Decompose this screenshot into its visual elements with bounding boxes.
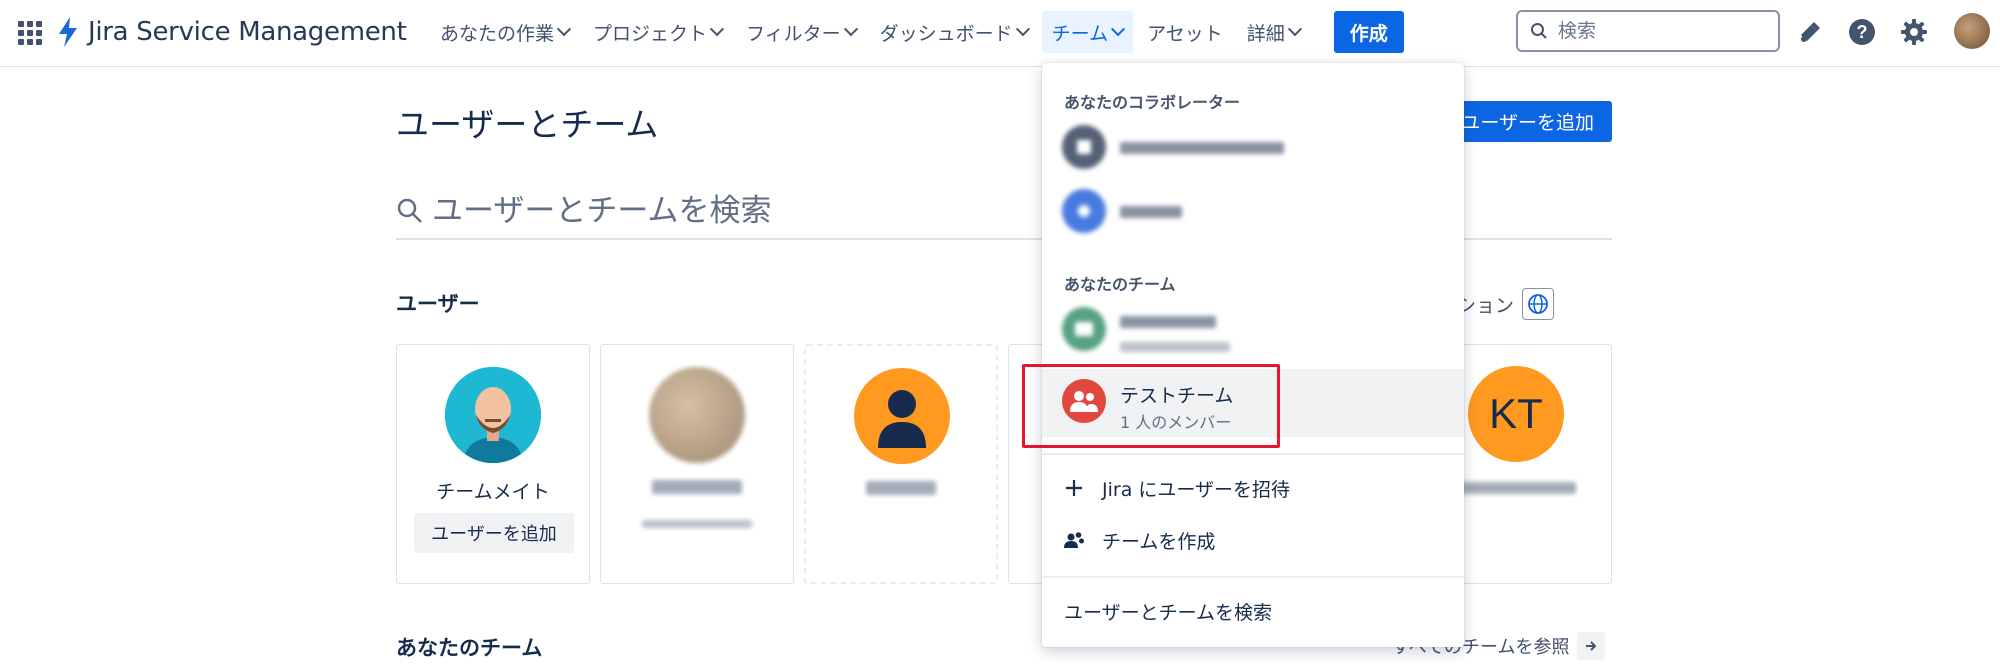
team-icon (1062, 530, 1086, 550)
help-icon[interactable]: ? (1844, 14, 1880, 50)
collaborator-item[interactable] (1042, 179, 1464, 243)
team-members (1120, 337, 1230, 356)
chevron-down-icon (1111, 22, 1126, 37)
user-name: チームメイト (436, 481, 550, 503)
avatar (854, 368, 950, 464)
app-switcher-icon[interactable] (16, 19, 42, 45)
team-name (1120, 311, 1216, 333)
plus-icon (1062, 479, 1086, 497)
page-title: ユーザーとチーム (396, 105, 659, 144)
create-button[interactable]: 作成 (1333, 11, 1404, 53)
search-icon (1531, 23, 1547, 39)
collaborator-name (1120, 137, 1284, 159)
top-navigation: Jira Service Management あなたの作業 プロジェクト フィ… (0, 0, 2000, 67)
user-detail (601, 511, 793, 533)
user-card[interactable] (600, 344, 794, 584)
nav-projects[interactable]: プロジェクト (583, 11, 732, 53)
chevron-down-icon (1287, 22, 1302, 37)
global-search[interactable] (1516, 10, 1780, 52)
nav-filters[interactable]: フィルター (736, 11, 866, 53)
add-user-card-button[interactable]: ユーザーを追加 (414, 513, 574, 553)
avatar (1062, 189, 1106, 233)
user-card[interactable] (804, 344, 998, 584)
chevron-down-icon (709, 22, 725, 37)
nav-label: ダッシュボード (879, 22, 1013, 45)
arrow-right-icon (1577, 632, 1606, 660)
user-name (601, 477, 793, 499)
profile-avatar[interactable] (1954, 13, 1990, 49)
nav-label: アセット (1147, 22, 1223, 45)
team-members: 1 人のメンバー (1120, 413, 1232, 432)
nav-label: あなたの作業 (440, 22, 555, 45)
collaborator-name (1120, 201, 1182, 223)
global-search-input[interactable] (1558, 20, 1758, 42)
chevron-down-icon (1015, 22, 1030, 37)
notifications-icon[interactable] (1792, 14, 1828, 50)
search-icon (397, 198, 422, 223)
avatar (445, 367, 541, 463)
jira-bolt-icon (59, 17, 77, 47)
create-team-item[interactable]: チームを作成 (1062, 522, 1215, 558)
main-nav: あなたの作業 プロジェクト フィルター ダッシュボード チーム アセット 詳細 … (430, 10, 1404, 54)
jira-logo[interactable]: Jira Service Management (56, 14, 407, 50)
users-heading: ユーザー (396, 292, 480, 316)
divider (1042, 453, 1464, 455)
user-name (806, 478, 996, 500)
nav-label: フィルター (746, 22, 841, 45)
user-card[interactable]: チームメイト ユーザーを追加 (396, 344, 590, 584)
nav-your-work[interactable]: あなたの作業 (430, 11, 579, 53)
teams-dropdown-menu: あなたのコラボレーター あなたのチーム テストチーム 1 人のメンバー Jira… (1042, 63, 1464, 647)
chevron-down-icon (843, 22, 858, 37)
nav-dashboards[interactable]: ダッシュボード (870, 11, 1038, 53)
search-users-teams-item[interactable]: ユーザーとチームを検索 (1064, 593, 1272, 629)
avatar (1062, 125, 1106, 169)
nav-label: プロジェクト (593, 22, 708, 45)
avatar (649, 367, 745, 463)
your-teams-heading: あなたのチーム (1064, 275, 1176, 294)
collaborator-item[interactable] (1042, 115, 1464, 179)
app-name: Jira Service Management (88, 17, 407, 47)
divider (1042, 576, 1464, 578)
team-avatar (1062, 307, 1106, 351)
team-item-test-team[interactable]: テストチーム 1 人のメンバー (1042, 369, 1464, 437)
create-team-label: チームを作成 (1102, 530, 1216, 553)
svg-text:?: ? (1857, 22, 1868, 42)
nav-label: チーム (1051, 22, 1109, 45)
team-name: テストチーム (1120, 385, 1234, 407)
settings-icon[interactable] (1896, 14, 1932, 50)
globe-icon[interactable] (1522, 288, 1555, 320)
teams-heading: あなたのチーム (396, 636, 543, 660)
nav-more[interactable]: 詳細 (1237, 11, 1310, 53)
collaborators-heading: あなたのコラボレーター (1064, 93, 1241, 112)
search-users-teams-label: ユーザーとチームを検索 (1064, 601, 1273, 624)
people-group-icon (1062, 379, 1106, 423)
invite-users-item[interactable]: Jira にユーザーを招待 (1062, 470, 1290, 506)
nav-label: 詳細 (1246, 22, 1285, 45)
nav-assets[interactable]: アセット (1137, 11, 1233, 53)
chevron-down-icon (556, 22, 572, 37)
team-item[interactable] (1042, 297, 1464, 361)
nav-teams[interactable]: チーム (1041, 11, 1134, 53)
invite-users-label: Jira にユーザーを招待 (1102, 478, 1290, 501)
